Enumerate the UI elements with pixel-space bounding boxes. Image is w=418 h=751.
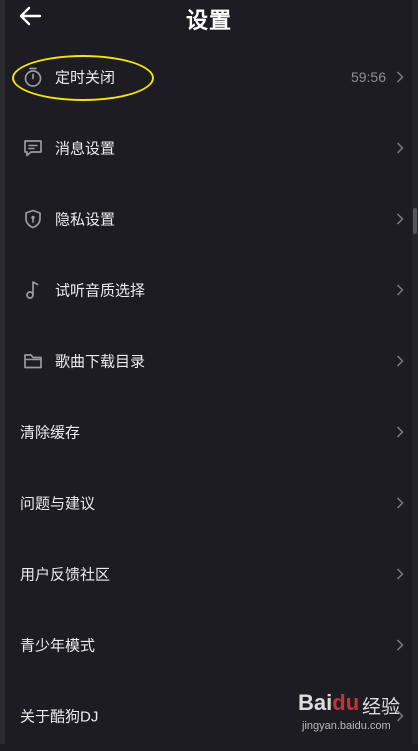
chevron-right-icon xyxy=(396,496,404,509)
chevron-right-icon xyxy=(396,567,404,580)
chevron-right-icon xyxy=(396,70,404,83)
settings-item-label: 定时关闭 xyxy=(55,69,116,86)
header: 设置 xyxy=(0,0,418,38)
settings-item-download-dir[interactable]: 歌曲下载目录 xyxy=(0,325,418,396)
shield-icon xyxy=(25,209,41,228)
timer-countdown-value: 59:56 xyxy=(350,68,386,85)
settings-item-message[interactable]: 消息设置 xyxy=(0,112,418,183)
settings-item-label: 试听音质选择 xyxy=(55,282,146,299)
settings-item-label: 关于酷狗DJ xyxy=(20,708,99,725)
chevron-right-icon xyxy=(396,638,404,651)
settings-item-privacy[interactable]: 隐私设置 xyxy=(0,183,418,254)
settings-list: 定时关闭 59:56 消息设置 隐私设置 试听音质选择 歌曲下载目录 清除缓存 … xyxy=(0,41,418,751)
chevron-right-icon xyxy=(396,141,404,154)
baidu-logo: Baidu xyxy=(298,690,360,715)
watermark-text: 经验 xyxy=(362,697,401,718)
page-title: 设置 xyxy=(185,8,232,33)
message-icon xyxy=(24,139,42,156)
baidu-paw-icon: du xyxy=(332,690,360,715)
settings-item-teen-mode[interactable]: 青少年模式 xyxy=(0,609,418,680)
timer-icon xyxy=(24,67,42,87)
baidu-watermark: Baidu 经验 jingyan.baidu.com xyxy=(298,690,414,738)
chevron-right-icon xyxy=(396,354,404,367)
settings-item-label: 隐私设置 xyxy=(55,211,116,228)
settings-item-timer-off[interactable]: 定时关闭 59:56 xyxy=(0,41,418,112)
settings-item-community[interactable]: 用户反馈社区 xyxy=(0,538,418,609)
folder-icon xyxy=(24,353,42,368)
chevron-right-icon xyxy=(396,212,404,225)
music-note-icon xyxy=(26,280,39,299)
settings-item-label: 用户反馈社区 xyxy=(20,566,111,583)
settings-item-label: 消息设置 xyxy=(55,140,116,157)
chevron-right-icon xyxy=(396,425,404,438)
settings-item-label: 歌曲下载目录 xyxy=(55,353,146,370)
chevron-right-icon xyxy=(396,283,404,296)
settings-item-feedback[interactable]: 问题与建议 xyxy=(0,467,418,538)
settings-item-label: 清除缓存 xyxy=(20,424,81,441)
settings-item-clear-cache[interactable]: 清除缓存 xyxy=(0,396,418,467)
watermark-url: jingyan.baidu.com xyxy=(302,720,391,732)
settings-item-label: 问题与建议 xyxy=(20,495,96,512)
settings-item-label: 青少年模式 xyxy=(20,637,96,654)
settings-item-audio-quality[interactable]: 试听音质选择 xyxy=(0,254,418,325)
